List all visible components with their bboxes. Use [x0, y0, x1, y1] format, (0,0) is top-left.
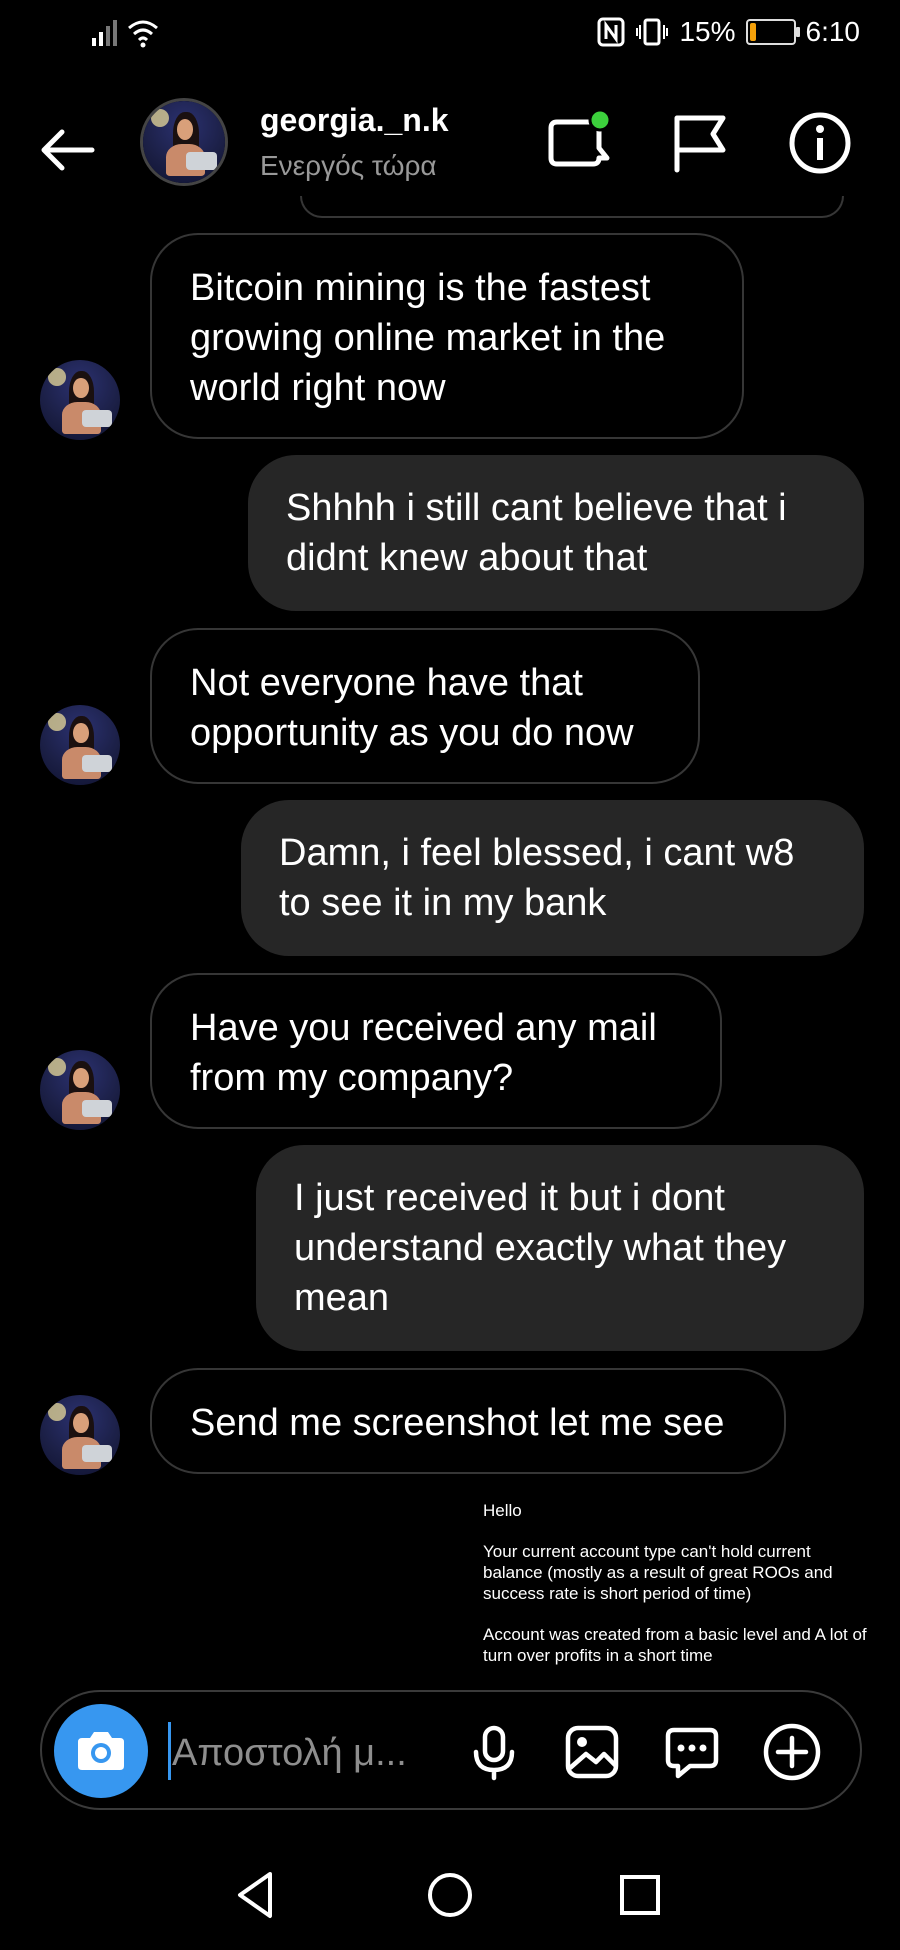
incoming-message[interactable]: Not everyone have that opportunity as yo… [150, 628, 700, 784]
camera-icon [78, 1732, 124, 1770]
back-arrow-icon[interactable] [36, 118, 100, 182]
outgoing-message[interactable]: Damn, i feel blessed, i cant w8 to see i… [241, 800, 864, 956]
camera-button[interactable] [54, 1704, 148, 1798]
wifi-icon [128, 20, 158, 48]
chat-header: georgia._n.k Ενεργός τώρα [0, 80, 900, 210]
nfc-icon [597, 17, 625, 47]
preview-line: Hello [483, 1501, 522, 1520]
incoming-message[interactable]: Send me screenshot let me see [150, 1368, 786, 1474]
message-composer [40, 1690, 862, 1810]
gallery-icon[interactable] [560, 1720, 624, 1784]
avatar[interactable] [40, 360, 120, 440]
incoming-message[interactable]: Have you received any mail from my compa… [150, 973, 722, 1129]
avatar[interactable] [40, 1050, 120, 1130]
avatar[interactable] [140, 98, 228, 186]
partial-message-bubble [300, 196, 844, 218]
message-input[interactable] [170, 1722, 454, 1784]
nav-home-icon[interactable] [415, 1860, 485, 1930]
info-icon[interactable] [785, 108, 855, 178]
sticker-icon[interactable] [660, 1720, 724, 1784]
incoming-message[interactable]: Bitcoin mining is the fastest growing on… [150, 233, 744, 439]
plus-icon[interactable] [760, 1720, 824, 1784]
flag-icon[interactable] [665, 108, 735, 178]
nav-recents-icon[interactable] [605, 1860, 675, 1930]
preview-line: Your current account type can't hold cur… [483, 1542, 833, 1603]
nav-back-icon[interactable] [222, 1860, 292, 1930]
avatar[interactable] [40, 1395, 120, 1475]
signal-icon [92, 20, 117, 46]
avatar[interactable] [40, 705, 120, 785]
preview-line: Account was created from a basic level a… [483, 1625, 867, 1665]
username[interactable]: georgia._n.k [260, 102, 449, 139]
battery-percent: 15% [679, 16, 736, 47]
battery-icon [745, 19, 800, 45]
screenshot-preview[interactable]: Hello Your current account type can't ho… [468, 1500, 868, 1670]
microphone-icon[interactable] [462, 1720, 526, 1784]
clock: 6:10 [805, 16, 861, 47]
outgoing-message[interactable]: I just received it but i dont understand… [256, 1145, 864, 1351]
status-bar: 15% 6:10 [0, 0, 900, 70]
vibrate-icon [636, 18, 669, 46]
video-call-icon[interactable] [545, 108, 615, 178]
active-status: Ενεργός τώρα [260, 150, 437, 181]
outgoing-message[interactable]: Shhhh i still cant believe that i didnt … [248, 455, 864, 611]
system-nav-bar [0, 1840, 900, 1950]
